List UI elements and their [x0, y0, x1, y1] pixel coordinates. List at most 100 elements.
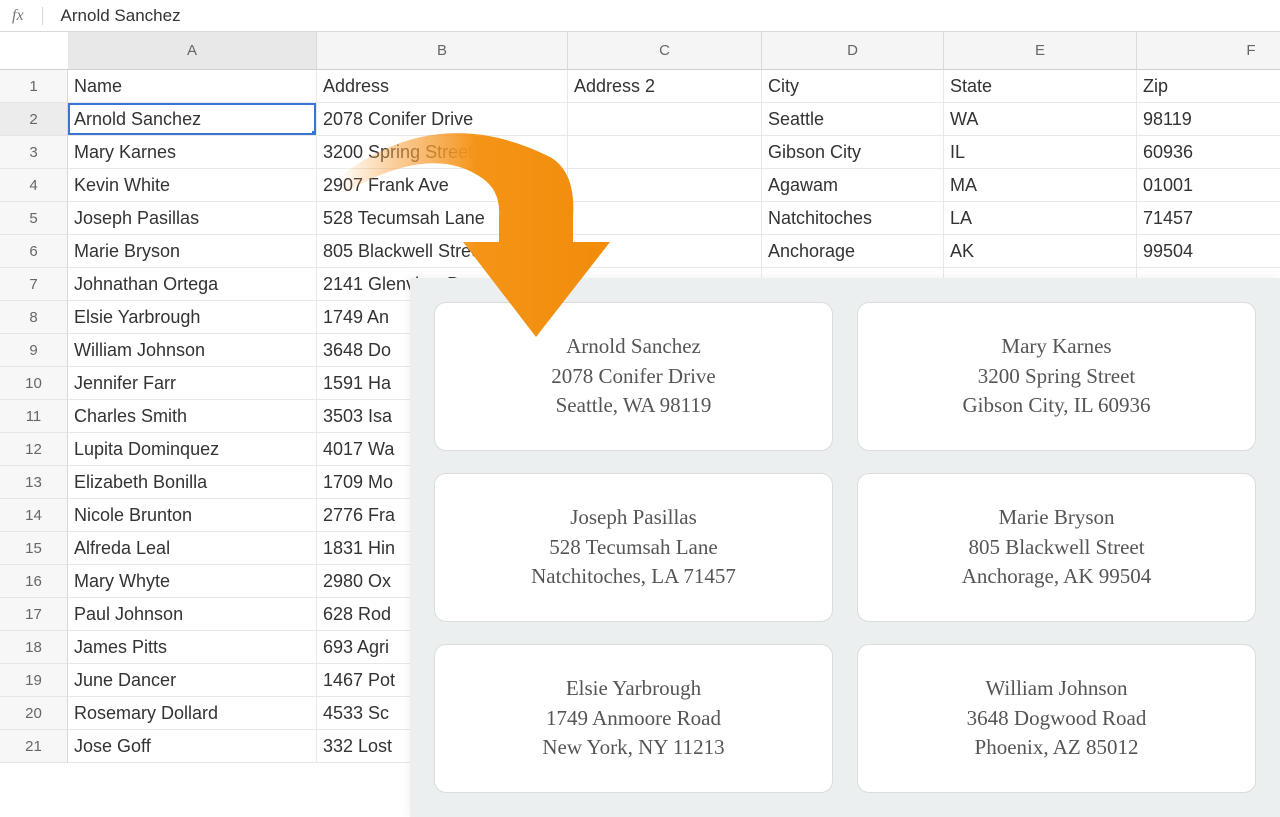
row-header[interactable]: 1 — [0, 70, 68, 103]
cell[interactable]: 01001 — [1137, 169, 1280, 202]
row-header[interactable]: 9 — [0, 334, 68, 367]
label-name: William Johnson — [985, 674, 1127, 703]
cell[interactable]: State — [944, 70, 1137, 103]
row-header[interactable]: 2 — [0, 103, 68, 136]
cell[interactable] — [568, 235, 762, 268]
cell[interactable]: Kevin White — [68, 169, 317, 202]
formula-input[interactable]: Arnold Sanchez — [61, 6, 181, 26]
cell[interactable]: Arnold Sanchez — [68, 103, 317, 136]
cell[interactable] — [568, 202, 762, 235]
cell[interactable]: Seattle — [762, 103, 944, 136]
cell[interactable]: 3200 Spring Street — [317, 136, 568, 169]
cell[interactable]: Marie Bryson — [68, 235, 317, 268]
cell[interactable]: Rosemary Dollard — [68, 697, 317, 730]
cell[interactable]: Address 2 — [568, 70, 762, 103]
cell[interactable]: Johnathan Ortega — [68, 268, 317, 301]
cell[interactable]: Jennifer Farr — [68, 367, 317, 400]
cell[interactable]: Charles Smith — [68, 400, 317, 433]
row-header[interactable]: 18 — [0, 631, 68, 664]
column-header-e[interactable]: E — [944, 32, 1137, 70]
label-city-state-zip: Gibson City, IL 60936 — [962, 391, 1150, 420]
row-header[interactable]: 6 — [0, 235, 68, 268]
cell[interactable]: IL — [944, 136, 1137, 169]
column-header-f[interactable]: F — [1137, 32, 1280, 70]
cell[interactable]: 60936 — [1137, 136, 1280, 169]
cell[interactable]: Anchorage — [762, 235, 944, 268]
cell[interactable]: Alfreda Leal — [68, 532, 317, 565]
formula-bar: fx Arnold Sanchez — [0, 0, 1280, 32]
cell[interactable]: Mary Whyte — [68, 565, 317, 598]
cell[interactable]: 528 Tecumsah Lane — [317, 202, 568, 235]
cell[interactable]: Elsie Yarbrough — [68, 301, 317, 334]
cell[interactable]: Lupita Dominquez — [68, 433, 317, 466]
row-header[interactable]: 7 — [0, 268, 68, 301]
label-address: 805 Blackwell Street — [968, 533, 1144, 562]
formula-bar-divider — [42, 7, 43, 25]
cell[interactable]: AK — [944, 235, 1137, 268]
row-header[interactable]: 10 — [0, 367, 68, 400]
cell[interactable]: William Johnson — [68, 334, 317, 367]
cell[interactable]: 98119 — [1137, 103, 1280, 136]
cell[interactable]: Address — [317, 70, 568, 103]
fx-icon[interactable]: fx — [12, 7, 24, 25]
row-header[interactable]: 8 — [0, 301, 68, 334]
label-address: 3200 Spring Street — [978, 362, 1136, 391]
label-city-state-zip: Phoenix, AZ 85012 — [975, 733, 1139, 762]
row-header[interactable]: 19 — [0, 664, 68, 697]
row-header[interactable]: 17 — [0, 598, 68, 631]
cell[interactable]: LA — [944, 202, 1137, 235]
address-labels-preview: Arnold Sanchez2078 Conifer DriveSeattle,… — [410, 278, 1280, 817]
row-header[interactable]: 15 — [0, 532, 68, 565]
cell[interactable]: 2907 Frank Ave — [317, 169, 568, 202]
corner-select-all[interactable] — [0, 32, 68, 70]
cell[interactable]: Elizabeth Bonilla — [68, 466, 317, 499]
label-address: 528 Tecumsah Lane — [549, 533, 717, 562]
label-name: Mary Karnes — [1001, 332, 1111, 361]
column-header-c[interactable]: C — [568, 32, 762, 70]
row-header[interactable]: 4 — [0, 169, 68, 202]
cell[interactable]: Mary Karnes — [68, 136, 317, 169]
cell[interactable]: June Dancer — [68, 664, 317, 697]
cell[interactable]: Nicole Brunton — [68, 499, 317, 532]
address-label-card: Arnold Sanchez2078 Conifer DriveSeattle,… — [434, 302, 833, 451]
cell[interactable]: City — [762, 70, 944, 103]
cell[interactable]: 2078 Conifer Drive — [317, 103, 568, 136]
cell[interactable]: Paul Johnson — [68, 598, 317, 631]
cell[interactable]: WA — [944, 103, 1137, 136]
label-name: Elsie Yarbrough — [566, 674, 701, 703]
label-city-state-zip: Seattle, WA 98119 — [556, 391, 712, 420]
cell[interactable] — [568, 169, 762, 202]
address-label-card: William Johnson3648 Dogwood RoadPhoenix,… — [857, 644, 1256, 793]
cell[interactable]: Joseph Pasillas — [68, 202, 317, 235]
cell[interactable]: James Pitts — [68, 631, 317, 664]
label-city-state-zip: New York, NY 11213 — [542, 733, 724, 762]
row-header[interactable]: 20 — [0, 697, 68, 730]
row-header[interactable]: 5 — [0, 202, 68, 235]
cell[interactable]: Name — [68, 70, 317, 103]
cell[interactable]: 99504 — [1137, 235, 1280, 268]
cell[interactable]: Natchitoches — [762, 202, 944, 235]
row-header[interactable]: 11 — [0, 400, 68, 433]
column-header-d[interactable]: D — [762, 32, 944, 70]
label-city-state-zip: Natchitoches, LA 71457 — [531, 562, 736, 591]
cell[interactable]: Agawam — [762, 169, 944, 202]
address-label-card: Joseph Pasillas528 Tecumsah LaneNatchito… — [434, 473, 833, 622]
row-header[interactable]: 13 — [0, 466, 68, 499]
cell[interactable]: Gibson City — [762, 136, 944, 169]
row-header[interactable]: 3 — [0, 136, 68, 169]
cell[interactable]: Jose Goff — [68, 730, 317, 763]
row-header[interactable]: 21 — [0, 730, 68, 763]
address-label-card: Marie Bryson805 Blackwell StreetAnchorag… — [857, 473, 1256, 622]
row-header[interactable]: 16 — [0, 565, 68, 598]
row-header[interactable]: 12 — [0, 433, 68, 466]
cell[interactable]: Zip — [1137, 70, 1280, 103]
row-header[interactable]: 14 — [0, 499, 68, 532]
cell[interactable]: 805 Blackwell Street — [317, 235, 568, 268]
label-address: 1749 Anmoore Road — [546, 704, 721, 733]
column-header-b[interactable]: B — [317, 32, 568, 70]
cell[interactable]: 71457 — [1137, 202, 1280, 235]
cell[interactable]: MA — [944, 169, 1137, 202]
column-header-a[interactable]: A — [68, 32, 317, 70]
cell[interactable] — [568, 136, 762, 169]
cell[interactable] — [568, 103, 762, 136]
